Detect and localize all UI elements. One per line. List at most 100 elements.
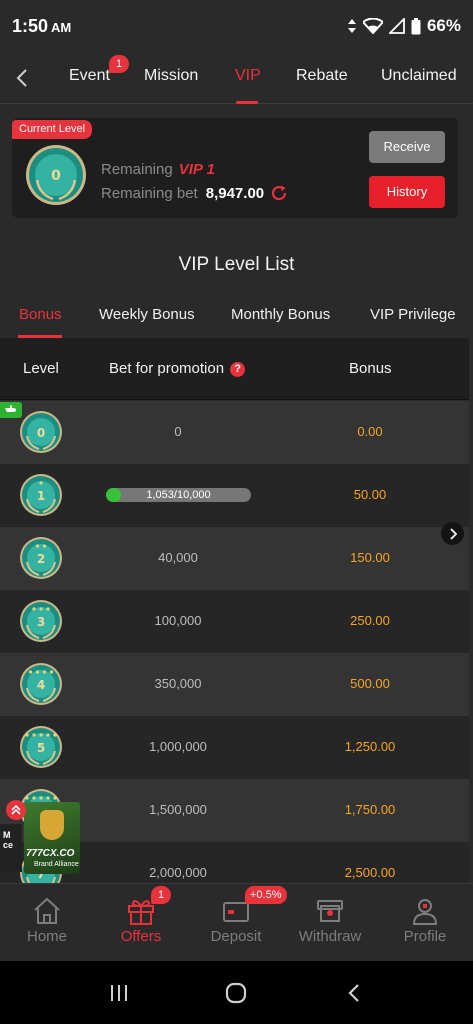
deposit-bonus-badge: +0.5% [245, 886, 287, 904]
signal-icon [388, 18, 405, 34]
row-bet-value: 350,000 [154, 676, 202, 691]
back-button[interactable] [10, 64, 34, 92]
promo-collapse-button[interactable] [6, 800, 26, 820]
current-medal-number: 0 [51, 168, 61, 184]
double-chevron-up-icon [11, 805, 21, 815]
vip-medal-number: 5 [37, 741, 45, 755]
event-badge: 1 [109, 55, 129, 73]
bottom-nav: Home Offers Deposit Withdraw Profile [0, 883, 473, 961]
current-medal-icon: 0 [25, 144, 87, 211]
nav-withdraw[interactable]: Withdraw [283, 884, 377, 962]
system-nav-bar [0, 961, 473, 1024]
row-bonus-value: 1,750.00 [344, 802, 396, 817]
remaining-bet-amount: 8,947.00 [205, 184, 265, 202]
scroll-right-button[interactable] [441, 522, 464, 545]
crest-icon [40, 810, 64, 840]
offers-badge: 1 [151, 886, 171, 904]
row-bet-value: 100,000 [154, 613, 202, 628]
row-bet-value: 0 [174, 424, 182, 439]
table-row: 1 1,053/10,000 50.00 [0, 464, 469, 527]
pointing-hand-icon [5, 405, 16, 412]
nav-home[interactable]: Home [0, 884, 94, 962]
tab-active-indicator [236, 101, 258, 104]
remaining-vip-text: Remaining VIP 1 [101, 161, 215, 178]
nav-profile[interactable]: Profile [378, 884, 472, 962]
vip-medal-icon: 3 [19, 599, 63, 648]
vibrate-sync-icon [347, 19, 356, 33]
row-bonus-value: 2,500.00 [344, 865, 396, 880]
nav-offers-label: Offers [120, 928, 162, 945]
home-circle-icon [225, 982, 247, 1004]
profile-icon [412, 899, 438, 925]
table-row: 5 1,000,000 1,250.00 [0, 716, 469, 779]
refresh-icon[interactable] [270, 184, 288, 202]
vip-level-list-title: VIP Level List [178, 254, 295, 275]
battery-icon [411, 17, 421, 34]
current-level-tag: Current Level [12, 120, 93, 139]
wifi-icon [362, 18, 383, 34]
table-row: 3 100,000 250.00 [0, 590, 469, 653]
tab-bonus[interactable]: Bonus [19, 306, 62, 323]
vip-medal-number: 3 [37, 615, 45, 629]
current-level-marker [0, 402, 22, 418]
back-arrow-icon [348, 984, 359, 1002]
tab-unclaimed[interactable]: Unclaimed [381, 67, 457, 85]
nav-withdraw-label: Withdraw [298, 928, 362, 945]
top-tabs-bar: Event Mission VIP Rebate Unclaimed [0, 52, 473, 104]
header-level: Level [23, 360, 59, 377]
nav-profile-label: Profile [403, 928, 447, 945]
vip-medal-icon: 4 [19, 662, 63, 711]
tab-rebate[interactable]: Rebate [296, 67, 348, 85]
recent-apps-icon [111, 985, 127, 1001]
row-bet-value: 1,000,000 [149, 739, 207, 754]
receive-button[interactable]: Receive [369, 131, 445, 163]
tab-weekly-bonus[interactable]: Weekly Bonus [99, 306, 195, 323]
nav-deposit-label: Deposit [210, 928, 262, 945]
vip-medal-number: 4 [37, 678, 45, 692]
vip-medal-icon: 0 [19, 410, 63, 459]
nav-offers[interactable]: Offers [94, 884, 188, 962]
status-bar: 1:50 AM 66% [0, 0, 473, 52]
chevron-left-icon [16, 69, 27, 87]
help-icon[interactable]: ? [230, 362, 246, 377]
promo-brand: 777CX.CO [26, 848, 75, 859]
vip-page: 1:50 AM 66% Event Mission VIP Rebate Uncl… [0, 0, 473, 1024]
vip-medal-icon: 1 [19, 473, 63, 522]
row-bonus-value: 150.00 [350, 550, 390, 565]
promo-banner-image[interactable]: 777CX.CO Brand Alliance [24, 802, 80, 874]
remaining-vip-level: VIP 1 [178, 161, 215, 178]
chevron-right-icon [449, 527, 457, 540]
vip-medal-number: 2 [37, 552, 45, 566]
brand-alliance-promo[interactable]: M ce 777CX.CO Brand Alliance [0, 798, 82, 878]
tab-monthly-bonus[interactable]: Monthly Bonus [231, 306, 330, 323]
nav-home-label: Home [26, 928, 67, 945]
home-button[interactable] [221, 979, 251, 1007]
vip-medal-number: 0 [37, 426, 45, 440]
tab-vip-privilege[interactable]: VIP Privilege [370, 306, 456, 323]
promo-subtitle: Brand Alliance [34, 861, 79, 868]
recent-apps-button[interactable] [104, 979, 134, 1007]
row-bet-value: 1,500,000 [149, 802, 207, 817]
vip-medal-icon: 5 [19, 725, 63, 774]
tab-mission[interactable]: Mission [144, 67, 198, 85]
row-bonus-value: 250.00 [350, 613, 390, 628]
tab-vip[interactable]: VIP [235, 67, 261, 85]
row-bet-value: 40,000 [158, 550, 198, 565]
system-back-button[interactable] [339, 979, 369, 1007]
home-icon [34, 897, 60, 924]
table-row: 2 40,000 150.00 [0, 527, 469, 590]
withdraw-icon [317, 900, 343, 922]
row-bet-value: 2,000,000 [149, 865, 207, 880]
table-row: 0 0 0.00 [0, 401, 469, 464]
tab-event[interactable]: Event [69, 67, 110, 85]
row-bonus-value: 0.00 [357, 424, 383, 439]
table-header: Level Bet for promotion? Bonus [0, 338, 469, 400]
status-time: 1:50 AM [12, 15, 72, 36]
progress-text: 1,053/10,000 [146, 489, 211, 501]
promo-side-panel: M ce [0, 824, 22, 872]
promotion-progress-bar: 1,053/10,000 [106, 488, 251, 502]
header-bet: Bet for promotion? [109, 360, 246, 377]
history-button[interactable]: History [369, 176, 445, 208]
battery-percent: 66% [426, 16, 461, 35]
status-icons: 66% [347, 16, 461, 36]
